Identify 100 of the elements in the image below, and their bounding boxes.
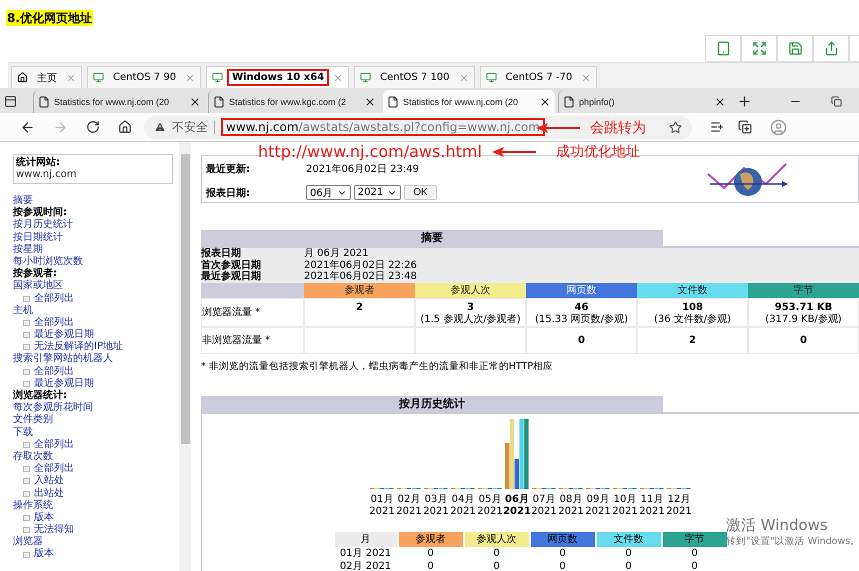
updated-label: 最近更新:: [206, 162, 251, 176]
table-cell-text: 0: [492, 560, 501, 571]
fact-label: 报表日期: [201, 248, 242, 260]
site-name: www.nj.com: [16, 169, 78, 181]
month-label: 07月: [532, 494, 556, 506]
warning-icon: [154, 121, 166, 133]
bullet-icon: [23, 344, 30, 350]
column-header: 参观者: [304, 282, 415, 298]
close-icon[interactable]: [364, 96, 376, 108]
table-cell: 953.71 KB (317.9 KB/参观): [748, 298, 859, 326]
sidebar-sublink[interactable]: 最近参观日期: [13, 378, 174, 390]
sidebar-sublink[interactable]: 无法得知: [13, 524, 174, 536]
year-select[interactable]: 2021: [354, 185, 402, 200]
bullet-icon: [23, 552, 30, 558]
vm-tab[interactable]: 主页: [11, 66, 82, 88]
sidebar-link[interactable]: 按星期: [13, 244, 174, 256]
annotation-arrow: [492, 146, 536, 156]
monitor-icon: [486, 72, 497, 83]
year-label: 2021: [639, 506, 665, 518]
sidebar-sublink[interactable]: 全部列出: [13, 366, 174, 378]
close-icon[interactable]: [189, 96, 201, 108]
bullet-icon: [23, 380, 30, 387]
sidebar-sublink[interactable]: 最近参观日期: [13, 329, 174, 342]
bullet-icon: [23, 368, 30, 375]
sidebar-link[interactable]: 每次参观所花时间: [13, 402, 174, 414]
save-icon[interactable]: [777, 35, 813, 62]
sidebar-sublink[interactable]: 入站处: [13, 475, 174, 488]
monitor-icon: [360, 72, 372, 83]
table-cell-text: 0: [624, 546, 633, 560]
reload-icon[interactable]: [86, 120, 100, 134]
report-date-label: 报表日期:: [206, 186, 251, 200]
fact-value: 月 06月 2021: [304, 248, 370, 260]
year-label: 2021: [558, 506, 584, 518]
month-label: 11月: [640, 494, 664, 506]
share-icon[interactable]: [813, 35, 849, 62]
favorites-icon[interactable]: [710, 120, 724, 134]
vm-tab[interactable]: CentOS 7 100: [354, 66, 475, 88]
close-icon[interactable]: [714, 96, 726, 108]
month-select[interactable]: 06月: [306, 185, 351, 200]
browser-tab[interactable]: Statistics for www.nj.com (20: [383, 90, 555, 113]
close-icon[interactable]: [539, 96, 551, 108]
sidebar-link[interactable]: 国家或地区: [13, 280, 174, 292]
fact-value: 2021年06月02日 23:48: [304, 271, 418, 282]
sidebar-link[interactable]: 按日期统计: [13, 232, 174, 244]
table-cell: 2: [637, 326, 748, 354]
sidebar-heading: 按参观者:: [13, 268, 58, 280]
row-label: 浏览器流量 *: [201, 298, 304, 326]
url-text: www.nj.com/awstats/awstats.pl?config=www.nj.com: [221, 118, 545, 136]
collections-icon[interactable]: [738, 120, 752, 134]
sidebar-link[interactable]: 主机: [13, 304, 174, 317]
column-header: 字节: [748, 282, 859, 298]
tablet-icon[interactable]: [705, 35, 741, 62]
table-cell: 2: [304, 298, 415, 326]
back-icon[interactable]: [20, 120, 35, 134]
sidebar-link[interactable]: 每小时浏览次数: [13, 256, 174, 268]
sidebar-sublink[interactable]: 版本: [13, 512, 174, 524]
sidebar-sublink[interactable]: 全部列出: [13, 463, 174, 476]
table-cell-text: 01月 2021: [338, 546, 392, 560]
footnote: * 非浏览的流量包括搜索引擎机器人，蠕虫病毒产生的流量和非正常的HTTP相应: [201, 360, 554, 372]
sidebar-sublink[interactable]: 无法反解译的IP地址: [13, 341, 174, 354]
sidebar-sublink[interactable]: 版本: [13, 548, 174, 561]
sidebar-link[interactable]: 搜索引擎网站的机器人: [13, 353, 174, 366]
page-icon: [38, 96, 50, 108]
year-label: 2021: [585, 506, 611, 518]
annotation-url: http://www.nj.com/aws.html: [258, 142, 482, 161]
sidebar-link[interactable]: 操作系统: [13, 500, 174, 512]
sidebar-link[interactable]: 按月历史统计: [13, 219, 174, 232]
vm-tab[interactable]: CentOS 7 90: [87, 66, 202, 88]
bullet-icon: [23, 490, 30, 497]
month-bars: [505, 418, 529, 488]
home-icon[interactable]: [118, 120, 132, 134]
year-label: 2021: [503, 506, 531, 518]
month-label: 03月: [424, 494, 448, 506]
month-label: 02月: [398, 494, 420, 506]
annotation-text: 成功优化地址: [556, 142, 640, 160]
expand-icon[interactable]: [741, 35, 777, 62]
year-label: 2021: [369, 506, 395, 518]
fact-label: 最近参观日期: [201, 271, 262, 282]
table-cell-text: 0: [690, 560, 699, 571]
sidebar-sublink[interactable]: 全部列出: [13, 316, 174, 330]
vm-tab[interactable]: Windows 10 x64: [206, 66, 350, 88]
sidebar-link[interactable]: 下载: [13, 426, 174, 439]
sidebar-sublink[interactable]: 全部列出: [13, 292, 174, 305]
sidebar-link[interactable]: 存取次数: [13, 450, 174, 464]
scrollbar[interactable]: [179, 142, 191, 571]
year-label: 2021: [531, 506, 557, 518]
table-cell-text: 0: [426, 546, 435, 560]
section-title: 按月历史统计: [201, 396, 663, 412]
sidebar-link[interactable]: 浏览器: [13, 536, 174, 548]
sidebar-link[interactable]: 摘要: [13, 195, 174, 208]
year-label: 2021: [612, 506, 638, 518]
profile-icon[interactable]: [770, 118, 787, 136]
column-header: 参观人次: [464, 532, 528, 546]
favorite-add-icon[interactable]: [669, 120, 682, 134]
sidebar-sublink[interactable]: 全部列出: [13, 438, 174, 451]
sidebar-sublink[interactable]: 出站处: [13, 488, 174, 500]
vm-tab[interactable]: CentOS 7 -70: [480, 66, 598, 88]
sidebar-link[interactable]: 文件类别: [13, 414, 174, 427]
ok-button[interactable]: OK: [404, 185, 437, 200]
updated-value: 2021年06月02日 23:49: [306, 163, 420, 176]
